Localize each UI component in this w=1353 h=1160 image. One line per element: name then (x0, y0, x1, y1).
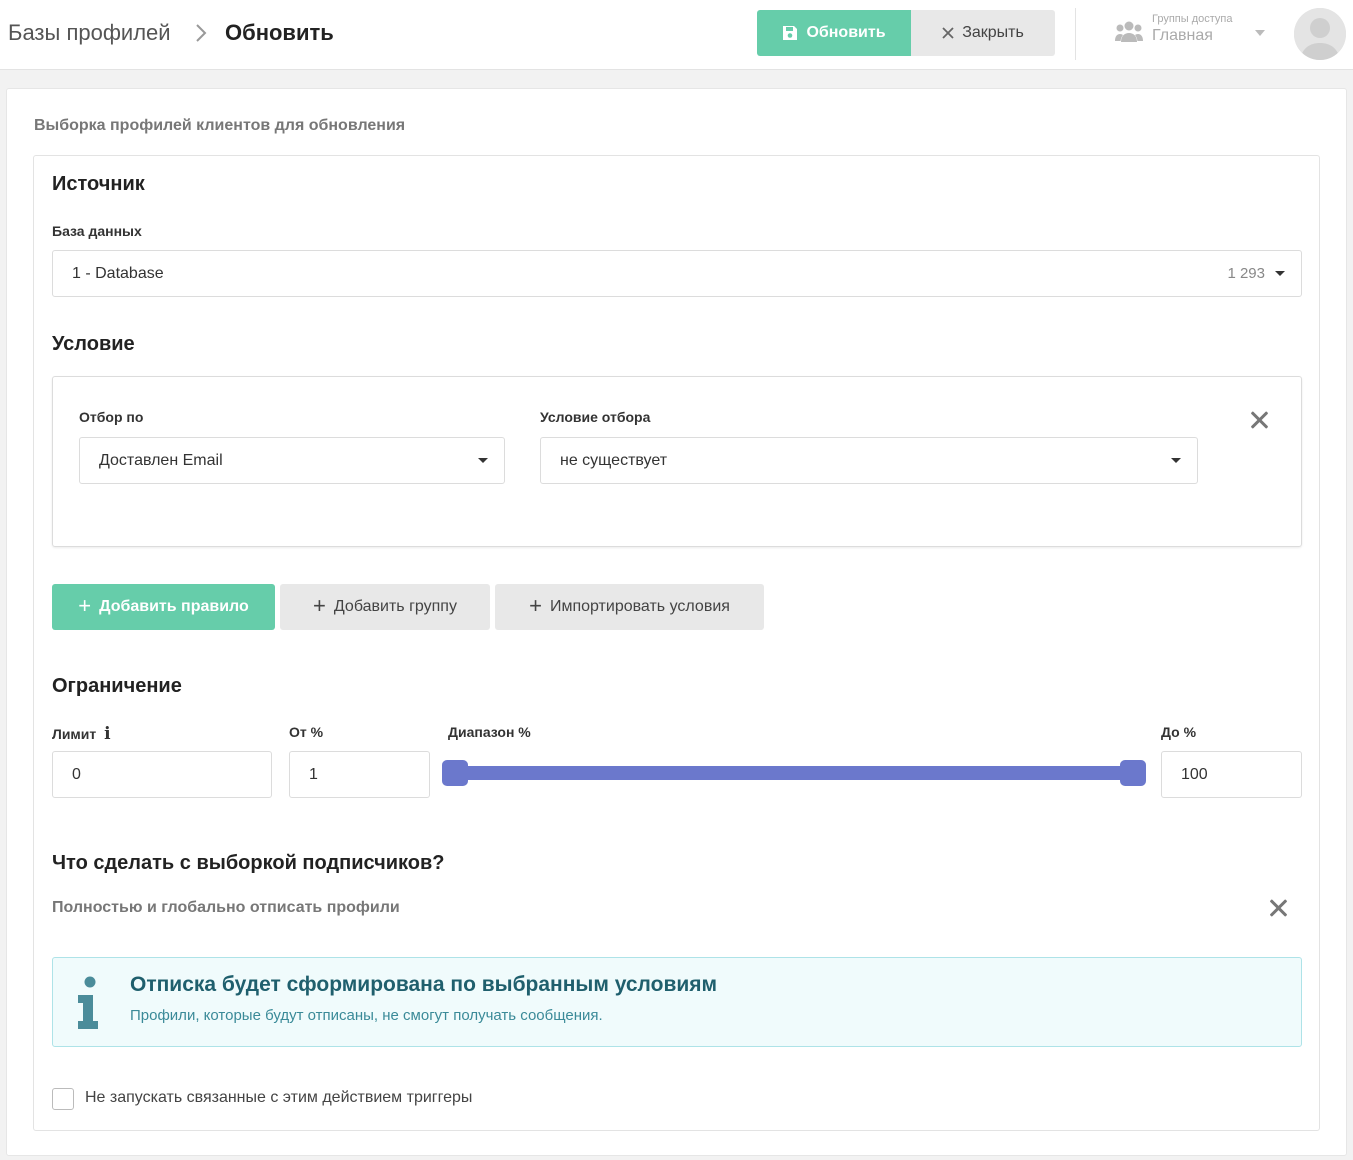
access-caption: Группы доступа (1152, 13, 1233, 25)
filter-condition-label: Условие отбора (540, 409, 651, 425)
action-heading: Что сделать с выборкой подписчиков? (52, 852, 445, 874)
to-percent-label: До % (1161, 724, 1197, 740)
close-button-label: Закрыть (962, 24, 1024, 41)
info-icon[interactable]: i (104, 724, 110, 744)
skip-triggers-label: Не запускать связанные с этим действием … (85, 1089, 473, 1106)
save-icon (783, 26, 798, 40)
condition-heading: Условие (52, 333, 135, 355)
top-bar: Базы профилей Обновить Обновить Закрыть … (0, 0, 1353, 70)
range-slider-track[interactable] (442, 766, 1138, 780)
filter-condition-value: не существует (560, 451, 668, 469)
remove-rule-icon[interactable] (1248, 409, 1270, 431)
filter-condition-select[interactable]: не существует (540, 437, 1198, 484)
info-text: Профили, которые будут отписаны, не смог… (130, 1007, 603, 1024)
info-title: Отписка будет сформирована по выбранным … (130, 973, 718, 996)
caret-down-icon (1171, 458, 1181, 463)
from-percent-label: От % (289, 724, 324, 740)
limit-heading: Ограничение (52, 675, 182, 697)
database-label: База данных (52, 223, 142, 239)
limit-label: Лимит i (52, 724, 111, 744)
plus-icon: + (78, 593, 92, 618)
info-alert: Отписка будет сформирована по выбранным … (52, 957, 1302, 1047)
filter-by-label: Отбор по (79, 409, 144, 425)
remove-action-icon[interactable] (1267, 897, 1289, 919)
close-button[interactable]: Закрыть (911, 10, 1055, 56)
source-heading: Источник (52, 173, 145, 195)
update-button-label: Обновить (806, 24, 886, 41)
condition-rule: Отбор по Доставлен Email Условие отбора … (52, 376, 1302, 547)
range-slider-min-handle[interactable] (442, 760, 468, 786)
import-conditions-button[interactable]: + Импортировать условия (495, 584, 764, 630)
range-percent-label: Диапазон % (448, 724, 531, 740)
divider (1075, 8, 1076, 60)
caret-down-icon (478, 458, 488, 463)
info-icon (78, 976, 98, 1029)
user-avatar-icon (1294, 8, 1346, 60)
form-panel: Источник База данных 1 - Database 1 293 … (33, 155, 1320, 1131)
close-icon (942, 27, 954, 39)
add-group-button[interactable]: + Добавить группу (280, 584, 490, 630)
add-group-label: Добавить группу (333, 598, 457, 615)
filter-by-value: Доставлен Email (99, 451, 223, 469)
limit-input[interactable]: 0 (52, 751, 272, 798)
database-count: 1 293 (1227, 265, 1265, 282)
database-value: 1 - Database (72, 264, 164, 282)
access-value: Главная (1152, 27, 1213, 44)
chevron-right-icon (194, 22, 208, 50)
chevron-down-icon (1255, 30, 1265, 36)
users-icon (1115, 21, 1143, 42)
card-title: Выборка профилей клиентов для обновления (34, 117, 406, 134)
to-percent-input[interactable]: 100 (1161, 751, 1302, 798)
selected-action: Полностью и глобально отписать профили (52, 899, 400, 916)
plus-icon: + (529, 593, 542, 618)
add-rule-label: Добавить правило (99, 598, 249, 615)
avatar[interactable] (1294, 8, 1346, 60)
skip-triggers-checkbox[interactable] (52, 1088, 74, 1110)
range-slider-max-handle[interactable] (1120, 760, 1146, 786)
add-rule-button[interactable]: + Добавить правило (52, 584, 275, 630)
caret-down-icon (1275, 271, 1285, 276)
filter-by-select[interactable]: Доставлен Email (79, 437, 505, 484)
access-group-selector[interactable]: Группы доступа Главная (1115, 12, 1265, 52)
database-select[interactable]: 1 - Database 1 293 (52, 250, 1302, 297)
update-button[interactable]: Обновить (757, 10, 911, 56)
plus-icon: + (313, 593, 326, 618)
main-card: Выборка профилей клиентов для обновления… (6, 88, 1347, 1156)
from-percent-input[interactable]: 1 (289, 751, 430, 798)
breadcrumb-root[interactable]: Базы профилей (8, 20, 171, 46)
import-conditions-label: Импортировать условия (549, 598, 730, 615)
page-title: Обновить (225, 20, 334, 45)
